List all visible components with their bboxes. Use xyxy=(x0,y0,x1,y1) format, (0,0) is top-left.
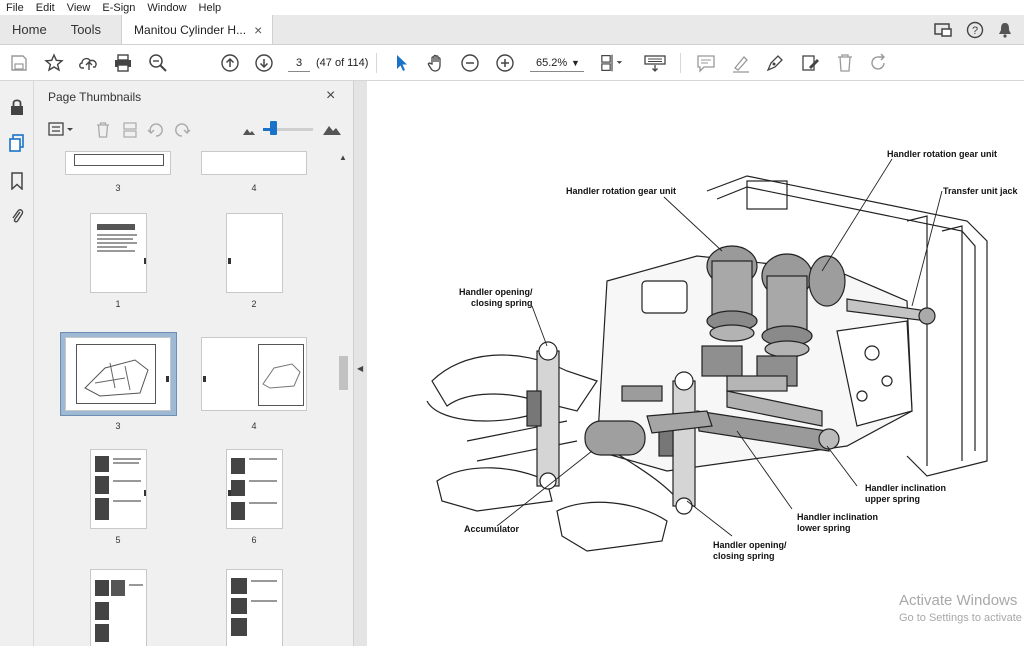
thumbnail-scrollbar[interactable]: ▲ xyxy=(337,151,351,646)
tab-right-icons: ? xyxy=(934,15,1024,44)
rotate-right-icon[interactable] xyxy=(173,121,191,142)
thumbnail-page[interactable] xyxy=(226,213,283,293)
thumbnail-label: 3 xyxy=(115,183,121,193)
activate-windows-subtitle: Go to Settings to activate xyxy=(899,612,1022,624)
thumbnail-page[interactable] xyxy=(90,449,147,529)
activate-windows-title: Activate Windows xyxy=(899,592,1018,609)
panel-collapse-strip[interactable]: ◀ xyxy=(353,81,367,646)
thumbnail-page[interactable] xyxy=(226,449,283,529)
thumbnail-page[interactable] xyxy=(226,569,283,646)
tab-document-title: Manitou Cylinder H... xyxy=(134,22,247,37)
scrollbar-thumb[interactable] xyxy=(339,356,348,390)
next-page-icon[interactable] xyxy=(252,51,276,75)
thumbnail-page[interactable] xyxy=(201,337,307,411)
zoom-dropdown-caret-icon[interactable]: ▼ xyxy=(571,54,580,72)
options-menu-icon[interactable] xyxy=(48,121,76,140)
page-number-input[interactable]: 3 xyxy=(288,54,310,72)
callout-opening-spring-top: Handler opening/ closing spring xyxy=(459,287,533,308)
menu-window[interactable]: Window xyxy=(147,2,186,14)
panel-close-icon[interactable]: × xyxy=(326,87,335,105)
thumbnail-page[interactable] xyxy=(90,569,147,646)
share-screen-icon[interactable] xyxy=(934,22,952,38)
tab-home[interactable]: Home xyxy=(0,15,59,44)
thumbnail-page[interactable] xyxy=(201,151,307,175)
tab-document[interactable]: Manitou Cylinder H... × xyxy=(121,15,274,44)
notification-bell-icon[interactable] xyxy=(998,22,1012,38)
page-display-icon[interactable] xyxy=(600,51,624,75)
page-count-label: (47 of 114) xyxy=(316,57,369,69)
redo-icon[interactable] xyxy=(867,51,891,75)
thumbnail-label: 3 xyxy=(115,421,121,431)
small-thumbnail-mountain-icon xyxy=(242,125,256,139)
keyboard-scroll-icon[interactable] xyxy=(643,51,667,75)
menu-view[interactable]: View xyxy=(67,2,91,14)
tab-close-icon[interactable]: × xyxy=(254,22,262,38)
main-toolbar: 3 (47 of 114) 65.2% ▼ xyxy=(0,45,1024,81)
thumbnail-label: 2 xyxy=(251,299,257,309)
thumbnail-label: 5 xyxy=(115,535,121,545)
hydraulic-assembly-illustration xyxy=(426,158,988,552)
document-view[interactable]: Handler rotation gear unit Handler rotat… xyxy=(367,81,1024,646)
toolbar-divider xyxy=(376,53,377,73)
page-thumbnails-icon[interactable] xyxy=(7,133,27,153)
thumbnails-panel: Page Thumbnails × 3 4 1 2 3 4 5 6 ▲ xyxy=(35,81,353,646)
hand-tool-icon[interactable] xyxy=(424,51,448,75)
thumbnail-label: 1 xyxy=(115,299,121,309)
left-navigation-rail xyxy=(0,81,34,646)
attachments-paperclip-icon[interactable] xyxy=(7,206,27,226)
save-icon[interactable] xyxy=(7,51,31,75)
thumbnail-page-selected[interactable] xyxy=(65,337,171,411)
thumbnail-label: 6 xyxy=(251,535,257,545)
callout-rotation-gear-left: Handler rotation gear unit xyxy=(566,186,677,196)
large-thumbnail-mountain-icon xyxy=(322,122,342,139)
callout-rotation-gear-right: Handler rotation gear unit xyxy=(887,149,998,159)
callout-transfer-jack: Transfer unit jack xyxy=(943,186,1018,196)
delete-icon[interactable] xyxy=(833,51,857,75)
thumbnail-page[interactable] xyxy=(90,213,147,293)
menu-help[interactable]: Help xyxy=(199,2,222,14)
menu-file[interactable]: File xyxy=(6,2,24,14)
lock-icon[interactable] xyxy=(7,97,27,117)
upload-cloud-icon[interactable] xyxy=(77,51,101,75)
callout-inclination-upper: Handler inclination upper spring xyxy=(865,483,947,504)
thumbnail-label: 4 xyxy=(251,421,257,431)
zoom-in-icon[interactable] xyxy=(493,51,517,75)
print-icon[interactable] xyxy=(111,51,135,75)
extract-pages-icon[interactable] xyxy=(121,121,139,142)
thumbnail-size-slider-handle[interactable] xyxy=(270,121,277,135)
toolbar-divider xyxy=(680,53,681,73)
draw-sign-icon[interactable] xyxy=(763,51,787,75)
bookmark-star-icon[interactable] xyxy=(42,51,66,75)
thumbnail-page[interactable] xyxy=(65,151,171,175)
collapse-arrow-icon[interactable]: ◀ xyxy=(357,364,363,373)
panel-title: Page Thumbnails xyxy=(48,90,142,104)
help-icon[interactable]: ? xyxy=(966,21,984,39)
zoom-search-icon[interactable] xyxy=(146,51,170,75)
thumbnail-label: 4 xyxy=(251,183,257,193)
previous-page-icon[interactable] xyxy=(218,51,242,75)
select-cursor-icon[interactable] xyxy=(390,51,414,75)
callout-opening-spring-bottom: Handler opening/ closing spring xyxy=(713,540,787,561)
edit-text-icon[interactable] xyxy=(798,51,822,75)
rotate-left-icon[interactable] xyxy=(147,121,165,142)
callout-accumulator: Accumulator xyxy=(464,524,520,534)
bookmarks-icon[interactable] xyxy=(7,171,27,191)
menu-edit[interactable]: Edit xyxy=(36,2,55,14)
scroll-up-icon[interactable]: ▲ xyxy=(339,153,347,162)
svg-text:?: ? xyxy=(972,25,978,37)
callout-inclination-lower: Handler inclination lower spring xyxy=(797,512,879,533)
thumbnail-delete-icon[interactable] xyxy=(95,121,111,142)
menu-esign[interactable]: E-Sign xyxy=(102,2,135,14)
thumbnail-toolbar xyxy=(35,114,353,144)
comment-icon[interactable] xyxy=(694,51,718,75)
zoom-out-icon[interactable] xyxy=(458,51,482,75)
thumbnail-list: 3 4 1 2 3 4 5 6 xyxy=(35,151,335,646)
highlight-pen-icon[interactable] xyxy=(729,51,753,75)
menu-bar: File Edit View E-Sign Window Help xyxy=(0,0,1024,15)
tab-tools[interactable]: Tools xyxy=(59,15,113,44)
tab-bar: Home Tools Manitou Cylinder H... × ? xyxy=(0,15,1024,45)
